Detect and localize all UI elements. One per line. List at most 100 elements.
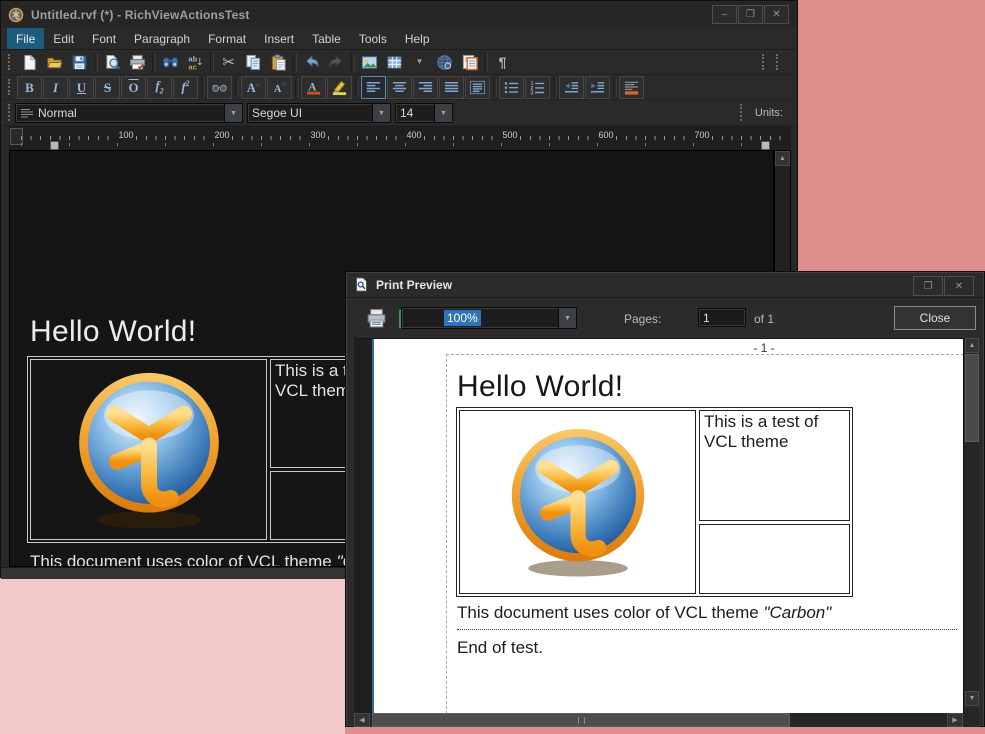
new-document-button[interactable] xyxy=(17,51,42,74)
menu-format[interactable]: Format xyxy=(199,28,255,49)
increase-indent-button[interactable] xyxy=(585,76,610,99)
italic-button[interactable]: I xyxy=(43,76,68,99)
toolbar-grip[interactable] xyxy=(740,104,745,121)
toolbar-separator xyxy=(553,78,557,97)
close-button[interactable]: ✕ xyxy=(944,276,974,296)
arrow-left-icon: ◀ xyxy=(359,716,364,724)
preview-titlebar[interactable]: Print Preview ❐ ✕ xyxy=(346,272,984,298)
menu-help[interactable]: Help xyxy=(396,28,439,49)
subscript-button[interactable]: f2 xyxy=(147,76,172,99)
toolbar-grip[interactable] xyxy=(8,54,13,70)
bold-button[interactable]: B xyxy=(17,76,42,99)
table-image-cell[interactable] xyxy=(30,359,267,540)
strikethrough-button[interactable]: S xyxy=(95,76,120,99)
insert-document-button[interactable] xyxy=(457,51,482,74)
close-preview-button[interactable]: Close xyxy=(894,306,976,330)
chevron-down-icon[interactable]: ▼ xyxy=(558,308,576,328)
chevron-down-icon[interactable]: ▼ xyxy=(434,104,452,122)
close-button[interactable]: ✕ xyxy=(764,5,789,24)
chevron-down-icon[interactable]: ▼ xyxy=(372,104,390,122)
open-button[interactable] xyxy=(42,51,67,74)
preview-horizontal-scrollbar[interactable]: ◀ ▶ xyxy=(354,713,979,727)
preview-vertical-scrollbar[interactable]: ▲ ▼ xyxy=(963,338,979,713)
toolbar-grip[interactable] xyxy=(8,104,13,121)
horizontal-scroll-thumb[interactable] xyxy=(372,713,790,727)
superscript-button[interactable]: f2 xyxy=(173,76,198,99)
shrink-font-button[interactable]: A xyxy=(267,76,292,99)
paragraph-color-button[interactable] xyxy=(619,76,644,99)
left-indent-marker[interactable] xyxy=(50,141,59,150)
menu-file[interactable]: File xyxy=(7,28,44,49)
scroll-down-button[interactable]: ▼ xyxy=(965,691,979,706)
menu-tools[interactable]: Tools xyxy=(350,28,396,49)
menu-insert[interactable]: Insert xyxy=(255,28,303,49)
table-menu-arrow-button[interactable]: ▼ xyxy=(407,51,432,74)
bullet-list-button[interactable] xyxy=(499,76,524,99)
size-combo[interactable]: 14 ▼ xyxy=(395,103,453,123)
svg-text:3: 3 xyxy=(530,90,533,95)
scroll-up-button[interactable]: ▲ xyxy=(965,338,979,353)
desktop-background-light xyxy=(0,578,345,734)
numbered-list-button[interactable]: 123 xyxy=(525,76,550,99)
table-menu-arrow-icon: ▼ xyxy=(416,58,424,66)
maximize-button[interactable]: ❐ xyxy=(913,276,943,296)
page-number-input[interactable] xyxy=(698,308,746,327)
font-color-button[interactable]: A xyxy=(301,76,326,99)
preview-area[interactable]: - 1 - Hello World! This is a test of VCL… xyxy=(354,338,979,714)
menu-font[interactable]: Font xyxy=(83,28,125,49)
numbered-list-icon: 123 xyxy=(529,79,546,96)
align-left-button[interactable] xyxy=(361,76,386,99)
menu-table[interactable]: Table xyxy=(303,28,350,49)
chevron-down-icon[interactable]: ▼ xyxy=(224,104,242,122)
print-preview-button[interactable] xyxy=(100,51,125,74)
hidden-text-button[interactable] xyxy=(207,76,232,99)
right-indent-marker[interactable] xyxy=(761,141,770,150)
undo-button[interactable] xyxy=(299,51,324,74)
redo-button[interactable] xyxy=(324,51,349,74)
maximize-button[interactable]: ❐ xyxy=(738,5,763,24)
zoom-combo[interactable]: 100% ▼ xyxy=(401,307,577,329)
text-highlight-button[interactable] xyxy=(327,76,352,99)
vertical-scroll-thumb[interactable] xyxy=(965,354,979,442)
scroll-up-button[interactable]: ▲ xyxy=(775,151,790,166)
overline-button[interactable]: O xyxy=(121,76,146,99)
window-controls: – ❐ ✕ xyxy=(712,5,789,24)
cut-button[interactable]: ✂ xyxy=(216,51,241,74)
toolbar-grip[interactable] xyxy=(762,54,767,70)
paste-button[interactable] xyxy=(266,51,291,74)
align-wide-button[interactable] xyxy=(465,76,490,99)
minimize-button[interactable]: – xyxy=(712,5,737,24)
new-document-icon xyxy=(21,54,38,71)
underline-button[interactable]: U xyxy=(69,76,94,99)
menu-edit[interactable]: Edit xyxy=(44,28,83,49)
save-button[interactable] xyxy=(67,51,92,74)
print-button[interactable] xyxy=(125,51,150,74)
scroll-left-button[interactable]: ◀ xyxy=(354,713,370,727)
main-titlebar[interactable]: Untitled.rvf (*) - RichViewActionsTest –… xyxy=(1,1,797,28)
decrease-indent-button[interactable] xyxy=(559,76,584,99)
show-paragraph-marks-icon: ¶ xyxy=(499,55,507,69)
show-paragraph-marks-button[interactable]: ¶ xyxy=(490,51,515,74)
margin-guide-top xyxy=(446,354,979,355)
toolbar-grip[interactable] xyxy=(776,54,781,70)
print-button[interactable] xyxy=(364,306,388,330)
preview-end-line: End of test. xyxy=(457,638,543,658)
copy-button[interactable] xyxy=(241,51,266,74)
scroll-right-button[interactable]: ▶ xyxy=(947,713,963,727)
ruler[interactable]: 100200300400500600700 xyxy=(9,126,791,151)
ruler-label: 300 xyxy=(308,130,327,140)
menu-paragraph[interactable]: Paragraph xyxy=(125,28,199,49)
insert-image-button[interactable] xyxy=(357,51,382,74)
bullet-list-icon xyxy=(503,79,520,96)
style-combo[interactable]: Normal ▼ xyxy=(15,103,243,123)
align-justify-button[interactable] xyxy=(439,76,464,99)
insert-hyperlink-button[interactable] xyxy=(432,51,457,74)
grow-font-button[interactable]: A xyxy=(241,76,266,99)
insert-table-button[interactable] xyxy=(382,51,407,74)
align-right-button[interactable] xyxy=(413,76,438,99)
align-center-button[interactable] xyxy=(387,76,412,99)
replace-button[interactable]: abac xyxy=(183,51,208,74)
find-button[interactable] xyxy=(158,51,183,74)
toolbar-grip[interactable] xyxy=(8,79,13,95)
font-combo[interactable]: Segoe UI ▼ xyxy=(247,103,391,123)
